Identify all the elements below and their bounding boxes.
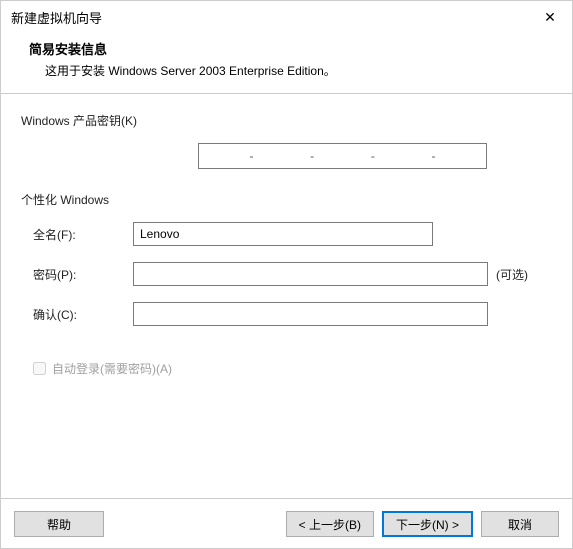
- close-icon[interactable]: ✕: [536, 7, 564, 27]
- window-title: 新建虚拟机向导: [11, 8, 102, 27]
- personalize-label: 个性化 Windows: [21, 191, 552, 208]
- password-row: 密码(P): (可选): [21, 262, 552, 286]
- back-button[interactable]: < 上一步(B): [286, 511, 374, 537]
- pk-sep: -: [432, 149, 436, 163]
- pk-segment-4[interactable]: [395, 149, 412, 163]
- password-label: 密码(P):: [33, 266, 133, 283]
- confirm-input[interactable]: [133, 302, 488, 326]
- header-subtitle: 简易安装信息: [29, 39, 552, 58]
- wizard-content: Windows 产品密钥(K) - - - - 个性化 Windows 全名(F…: [1, 94, 572, 387]
- product-key-input[interactable]: - - - -: [198, 143, 487, 169]
- autologin-row: 自动登录(需要密码)(A): [21, 360, 552, 377]
- pk-sep: -: [371, 149, 375, 163]
- product-key-label: Windows 产品密钥(K): [21, 112, 552, 129]
- titlebar: 新建虚拟机向导 ✕: [1, 1, 572, 33]
- pk-segment-3[interactable]: [334, 149, 351, 163]
- autologin-label: 自动登录(需要密码)(A): [52, 360, 172, 377]
- password-hint: (可选): [496, 266, 528, 283]
- fullname-input[interactable]: [133, 222, 433, 246]
- header-description: 这用于安装 Windows Server 2003 Enterprise Edi…: [45, 62, 552, 79]
- fullname-label: 全名(F):: [33, 226, 133, 243]
- pk-segment-5[interactable]: [456, 149, 473, 163]
- pk-sep: -: [249, 149, 253, 163]
- pk-segment-1[interactable]: [213, 149, 230, 163]
- confirm-label: 确认(C):: [33, 306, 133, 323]
- confirm-row: 确认(C):: [21, 302, 552, 326]
- product-key-row: - - - -: [21, 143, 552, 169]
- password-input[interactable]: [133, 262, 488, 286]
- next-button[interactable]: 下一步(N) >: [382, 511, 473, 537]
- fullname-row: 全名(F):: [21, 222, 552, 246]
- pk-segment-2[interactable]: [273, 149, 290, 163]
- wizard-header: 简易安装信息 这用于安装 Windows Server 2003 Enterpr…: [1, 33, 572, 94]
- pk-sep: -: [310, 149, 314, 163]
- autologin-checkbox: [33, 362, 46, 375]
- help-button[interactable]: 帮助: [14, 511, 104, 537]
- cancel-button[interactable]: 取消: [481, 511, 559, 537]
- wizard-footer: 帮助 < 上一步(B) 下一步(N) > 取消: [0, 498, 573, 549]
